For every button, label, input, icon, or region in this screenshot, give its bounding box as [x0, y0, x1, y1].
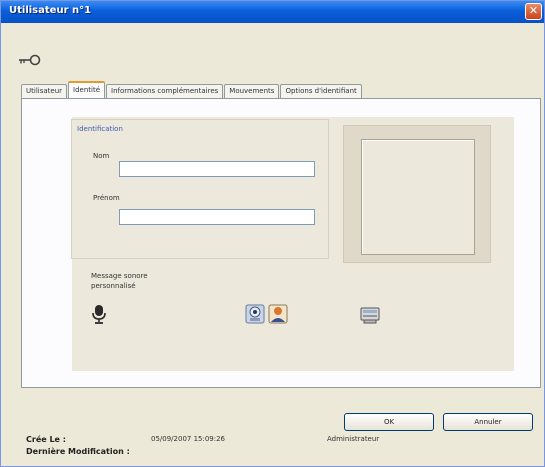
key-icon	[19, 54, 41, 66]
tab-informations-complementaires[interactable]: Informations complémentaires	[106, 84, 224, 99]
identification-group-title: Identification	[77, 125, 123, 133]
tab-utilisateur[interactable]: Utilisateur	[21, 84, 68, 99]
cancel-button[interactable]: Annuler	[443, 413, 533, 431]
microphone-icon[interactable]	[88, 303, 110, 325]
sound-message-label-line1: Message sonore	[91, 272, 148, 280]
close-button[interactable]: ✕	[525, 3, 542, 20]
created-by: Administrateur	[327, 435, 380, 443]
user-photo-area[interactable]	[361, 139, 475, 255]
nom-input[interactable]	[119, 161, 315, 177]
last-modified-label: Dernière Modification :	[26, 447, 130, 456]
prenom-label: Prénom	[93, 194, 120, 202]
nom-label: Nom	[93, 152, 110, 160]
sound-message-label-line2: personnalisé	[91, 282, 136, 290]
user-dialog-window: Utilisateur n°1 ✕ Utilisateur Identité I…	[0, 0, 545, 467]
tab-strip: Utilisateur Identité Informations complé…	[21, 81, 363, 99]
scanner-icon[interactable]	[359, 303, 381, 325]
created-date: 05/09/2007 15:09:26	[151, 435, 226, 443]
title-bar[interactable]: Utilisateur n°1 ✕	[1, 1, 544, 23]
window-title: Utilisateur n°1	[9, 5, 92, 16]
created-label: Crée Le :	[26, 435, 66, 444]
prenom-input[interactable]	[119, 209, 315, 225]
tab-mouvements[interactable]: Mouvements	[224, 84, 280, 99]
ok-button[interactable]: OK	[344, 413, 434, 431]
webcam-icon[interactable]	[244, 303, 266, 325]
tab-options-identifiant[interactable]: Options d'identifiant	[280, 84, 362, 99]
user-photo-icon[interactable]	[267, 303, 289, 325]
tab-identite[interactable]: Identité	[68, 81, 106, 99]
identification-group	[71, 119, 329, 259]
